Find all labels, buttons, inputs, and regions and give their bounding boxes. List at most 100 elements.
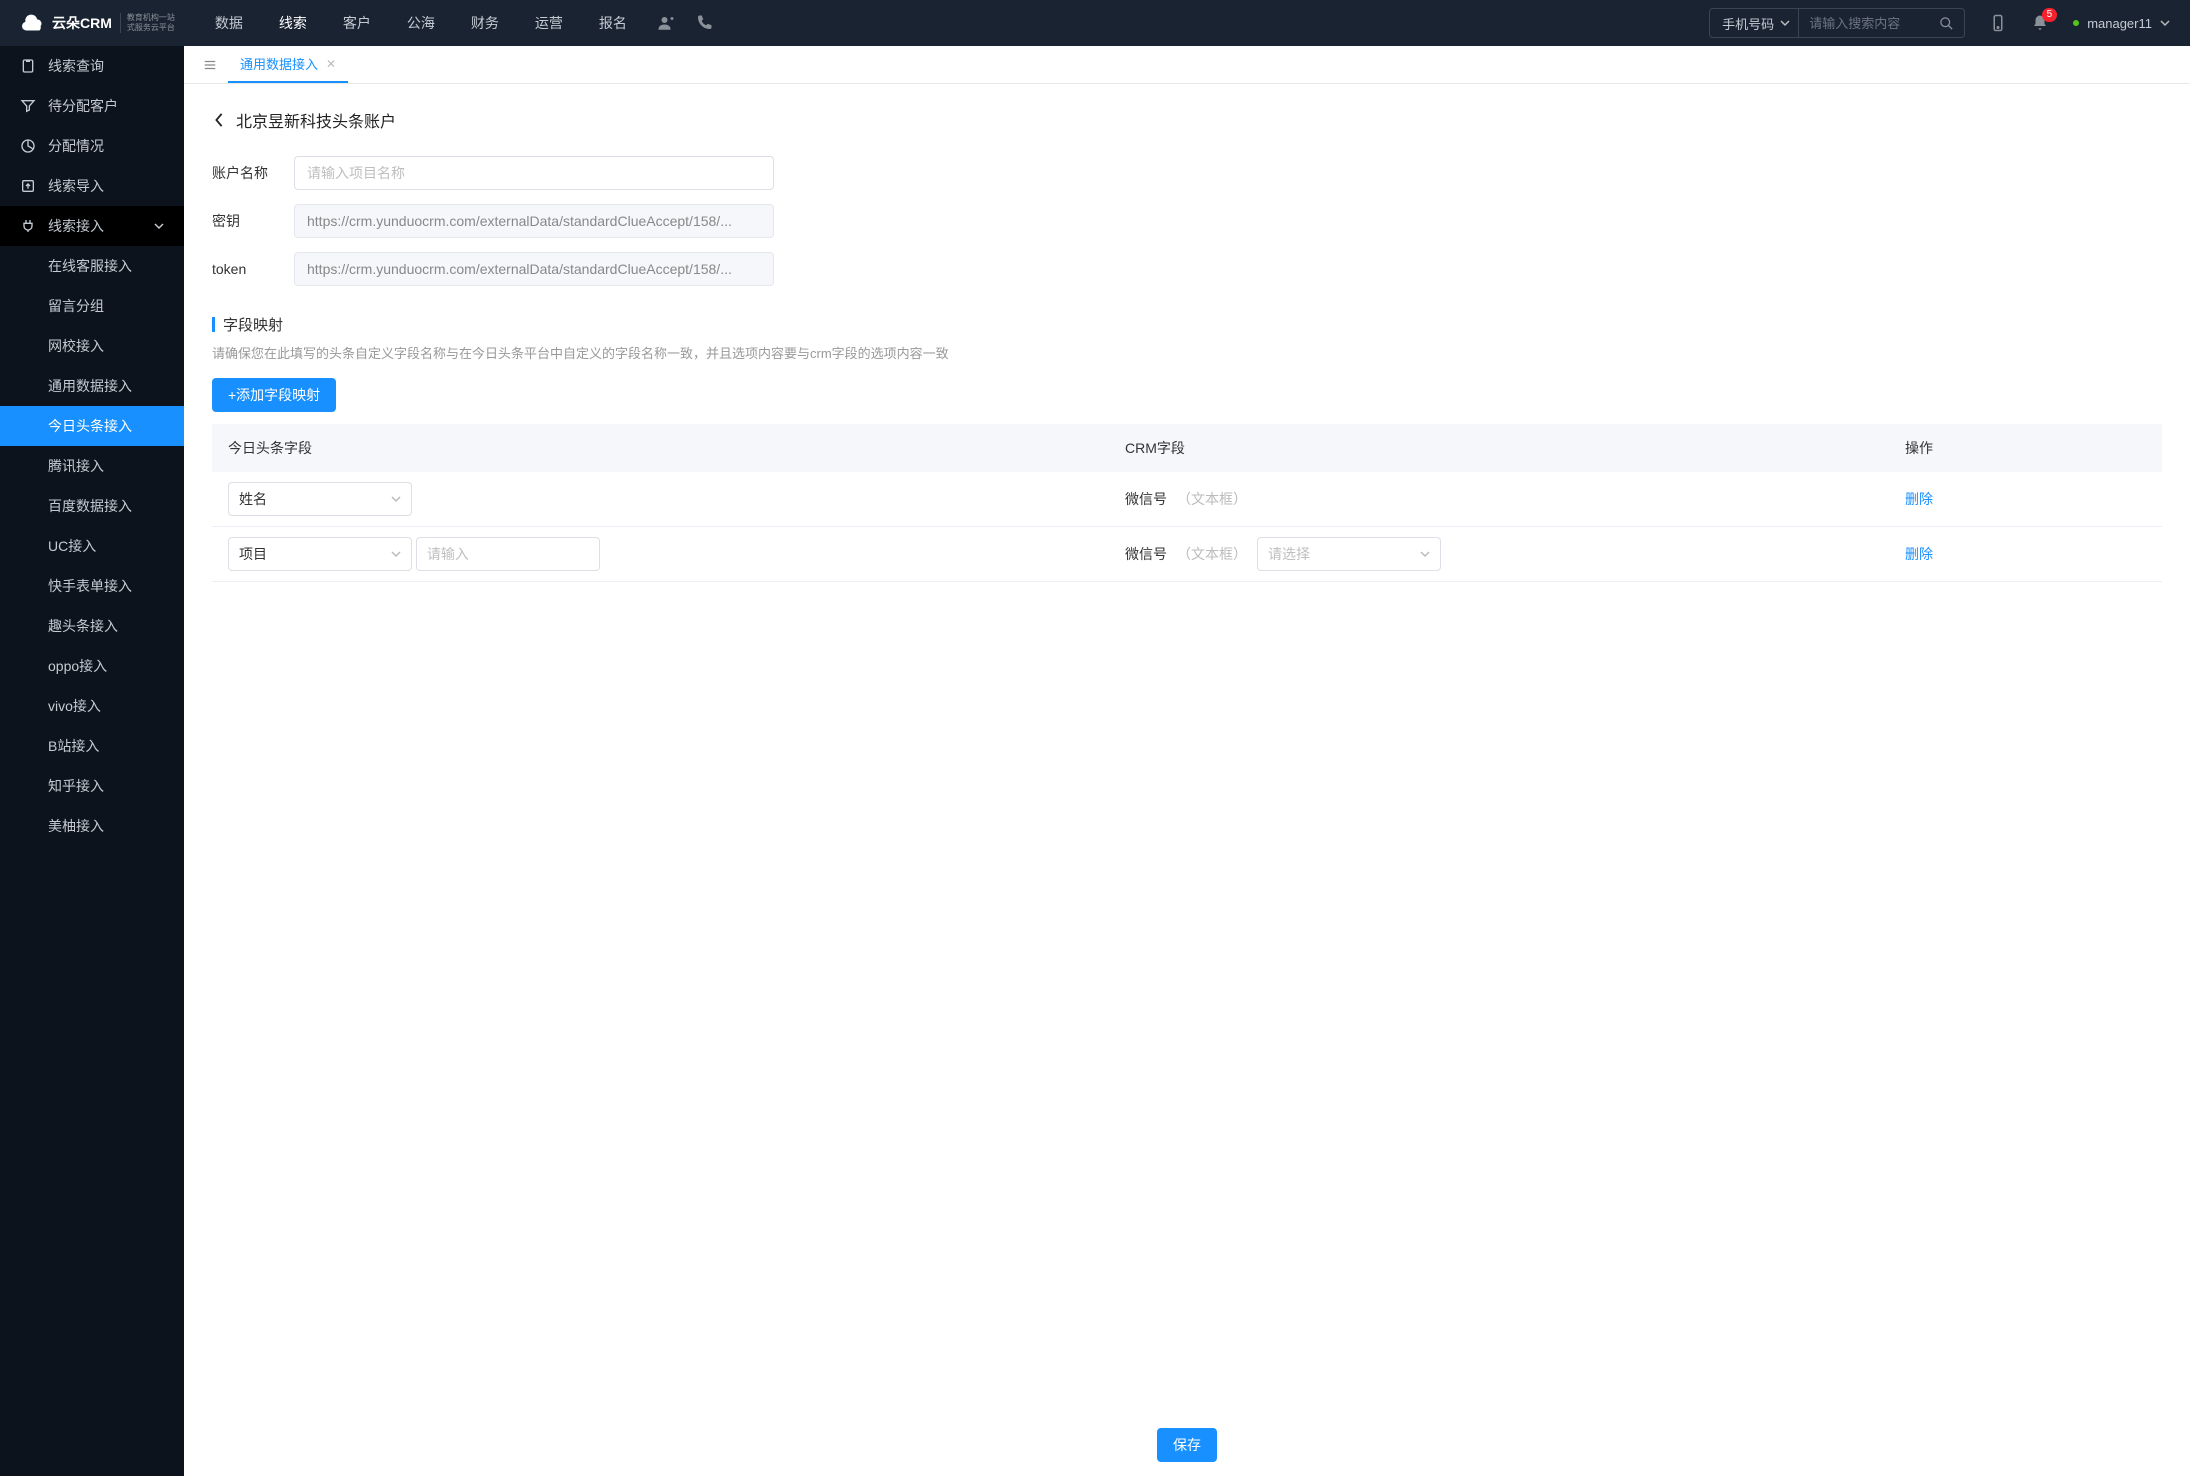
- toutiao-field-select[interactable]: 项目: [228, 537, 412, 571]
- search-button[interactable]: [1929, 16, 1964, 31]
- chevron-down-icon: [391, 494, 401, 504]
- logo-main-text: 云朵CRM: [52, 16, 112, 30]
- sidebar-sub-item[interactable]: 网校接入: [0, 326, 184, 366]
- nav-item[interactable]: 数据: [215, 13, 243, 33]
- delete-link[interactable]: 删除: [1905, 491, 1933, 507]
- sidebar-item-label: 待分配客户: [48, 96, 118, 116]
- sidebar-sub-item[interactable]: UC接入: [0, 526, 184, 566]
- section-title-text: 字段映射: [223, 314, 283, 335]
- nav-item[interactable]: 报名: [599, 13, 627, 33]
- table-row: 姓名 微信号 （文本框） 删除: [212, 472, 2162, 527]
- footer-bar: 保存: [184, 1414, 2190, 1476]
- tab-label: 通用数据接入: [240, 54, 318, 73]
- secret-input[interactable]: [294, 204, 774, 238]
- sidebar-item[interactable]: 待分配客户: [0, 86, 184, 126]
- save-button[interactable]: 保存: [1157, 1428, 1217, 1462]
- close-icon[interactable]: ✕: [326, 57, 336, 71]
- sidebar: 线索查询待分配客户分配情况线索导入线索接入在线客服接入留言分组网校接入通用数据接…: [0, 46, 184, 1476]
- toutiao-field-select[interactable]: 姓名: [228, 482, 412, 516]
- search-group: 手机号码: [1709, 8, 1965, 38]
- collapse-sidebar-button[interactable]: [192, 46, 228, 83]
- main-area: 通用数据接入 ✕ 北京昱新科技头条账户 账户名称 密钥 token: [184, 46, 2190, 1476]
- chevron-down-icon: [2160, 18, 2170, 28]
- crm-field-label: 微信号: [1125, 489, 1167, 509]
- notification-bell[interactable]: 5: [2031, 14, 2049, 32]
- breadcrumb: 北京昱新科技头条账户: [212, 108, 2162, 132]
- sidebar-item-label: 线索查询: [48, 56, 104, 76]
- sidebar-sub-item[interactable]: 百度数据接入: [0, 486, 184, 526]
- sidebar-sub-item[interactable]: 快手表单接入: [0, 566, 184, 606]
- sidebar-item-label: 线索导入: [48, 176, 104, 196]
- sidebar-sub-item[interactable]: 趣头条接入: [0, 606, 184, 646]
- nav-item[interactable]: 运营: [535, 13, 563, 33]
- logo[interactable]: 云朵CRM 教育机构一站 式服务云平台: [20, 10, 175, 36]
- add-field-mapping-button[interactable]: +添加字段映射: [212, 378, 336, 412]
- chevron-down-icon: [1420, 549, 1430, 559]
- plug-icon: [20, 218, 36, 234]
- crm-field-type: （文本框）: [1177, 544, 1247, 564]
- back-icon[interactable]: [212, 113, 226, 127]
- sidebar-item-label: 线索接入: [48, 216, 104, 236]
- mobile-icon[interactable]: [1989, 14, 2007, 32]
- sidebar-item-label: 分配情况: [48, 136, 104, 156]
- account-name-label: 账户名称: [212, 163, 294, 183]
- secret-label: 密钥: [212, 211, 294, 231]
- sidebar-sub-item[interactable]: vivo接入: [0, 686, 184, 726]
- sidebar-item[interactable]: 线索接入: [0, 206, 184, 246]
- nav-item[interactable]: 客户: [343, 13, 371, 33]
- token-input[interactable]: [294, 252, 774, 286]
- sidebar-item[interactable]: 分配情况: [0, 126, 184, 166]
- search-icon: [1939, 16, 1954, 31]
- nav-item[interactable]: 财务: [471, 13, 499, 33]
- user-menu[interactable]: manager11: [2073, 16, 2170, 31]
- notification-count: 5: [2042, 8, 2058, 22]
- chevron-down-icon: [1780, 18, 1790, 28]
- search-input[interactable]: [1799, 16, 1929, 31]
- search-type-select[interactable]: 手机号码: [1710, 9, 1799, 37]
- select-value: 项目: [239, 544, 267, 564]
- sidebar-sub-item[interactable]: 腾讯接入: [0, 446, 184, 486]
- page-title: 北京昱新科技头条账户: [236, 108, 396, 132]
- nav-item[interactable]: 公海: [407, 13, 435, 33]
- sidebar-sub-item[interactable]: B站接入: [0, 726, 184, 766]
- nav-item[interactable]: 线索: [279, 13, 307, 33]
- tab[interactable]: 通用数据接入 ✕: [228, 46, 348, 83]
- token-label: token: [212, 261, 294, 277]
- menu-fold-icon: [203, 58, 217, 72]
- select-value: 姓名: [239, 489, 267, 509]
- section-title: 字段映射: [212, 314, 2162, 335]
- account-name-input[interactable]: [294, 156, 774, 190]
- sidebar-item[interactable]: 线索导入: [0, 166, 184, 206]
- user-plus-icon[interactable]: [657, 14, 675, 32]
- sidebar-sub-item[interactable]: 通用数据接入: [0, 366, 184, 406]
- crm-field-select[interactable]: 请选择: [1257, 537, 1441, 571]
- sidebar-sub-item[interactable]: 美柚接入: [0, 806, 184, 846]
- toutiao-field-input[interactable]: [416, 537, 600, 571]
- filter-icon: [20, 98, 36, 114]
- logo-sub-text: 教育机构一站 式服务云平台: [120, 13, 175, 34]
- status-dot: [2073, 20, 2079, 26]
- select-placeholder: 请选择: [1268, 544, 1310, 564]
- delete-link[interactable]: 删除: [1905, 546, 1933, 562]
- content: 北京昱新科技头条账户 账户名称 密钥 token 字段映射: [184, 84, 2190, 1476]
- sidebar-sub-item[interactable]: 知乎接入: [0, 766, 184, 806]
- chevron-down-icon: [391, 549, 401, 559]
- crm-field-label: 微信号: [1125, 544, 1167, 564]
- col-toutiao-field: 今日头条字段: [212, 424, 1109, 472]
- col-action: 操作: [1889, 424, 2162, 472]
- section-description: 请确保您在此填写的头条自定义字段名称与在今日头条平台中自定义的字段名称一致，并且…: [212, 343, 2162, 362]
- phone-icon[interactable]: [695, 14, 713, 32]
- logo-text: 云朵CRM: [52, 16, 112, 30]
- sidebar-sub-item[interactable]: 在线客服接入: [0, 246, 184, 286]
- crm-field-type: （文本框）: [1177, 489, 1247, 509]
- section-bar-icon: [212, 317, 215, 332]
- search-type-label: 手机号码: [1722, 14, 1774, 33]
- field-mapping-table: 今日头条字段 CRM字段 操作 姓名微信号（文本框）删除项目 微信号（文本框）请…: [212, 424, 2162, 582]
- cloud-logo-icon: [20, 10, 46, 36]
- sidebar-item[interactable]: 线索查询: [0, 46, 184, 86]
- top-nav: 数据 线索 客户 公海 财务 运营 报名: [215, 13, 627, 33]
- col-crm-field: CRM字段: [1109, 424, 1889, 472]
- sidebar-sub-item[interactable]: 留言分组: [0, 286, 184, 326]
- sidebar-sub-item[interactable]: oppo接入: [0, 646, 184, 686]
- sidebar-sub-item[interactable]: 今日头条接入: [0, 406, 184, 446]
